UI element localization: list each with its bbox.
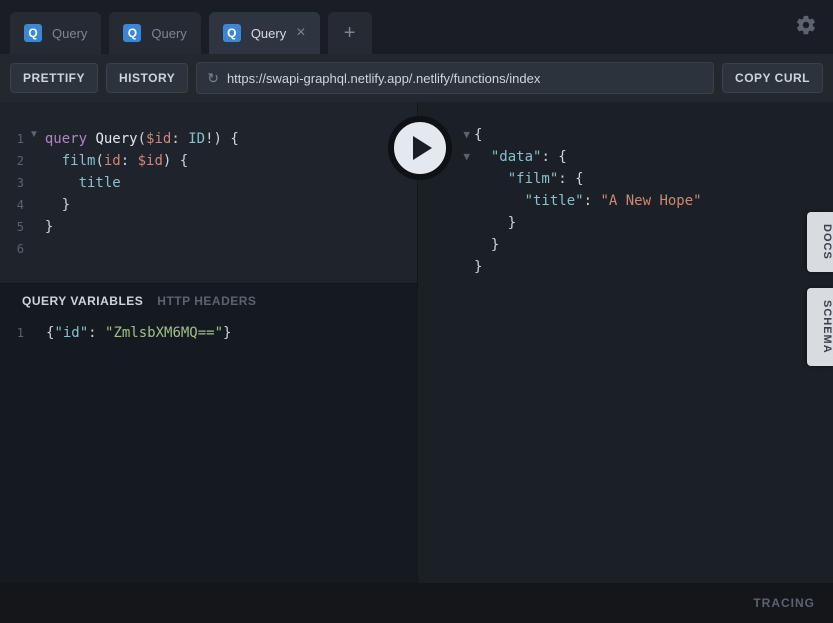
- tab-query-3[interactable]: Q Query ×: [209, 12, 320, 54]
- refresh-icon[interactable]: ↻: [207, 70, 219, 87]
- line-number: 6: [0, 238, 24, 260]
- variables-code[interactable]: {"id": "ZmlsbXM6MQ=="}: [46, 322, 409, 344]
- prettify-button[interactable]: PRETTIFY: [10, 63, 98, 93]
- line-number: 2: [0, 150, 24, 172]
- gear-icon[interactable]: [795, 14, 817, 39]
- tab-bar: Q Query Q Query Q Query × +: [0, 0, 833, 54]
- variables-editor[interactable]: 1 {"id": "ZmlsbXM6MQ=="}: [0, 318, 417, 583]
- tab-query-variables[interactable]: QUERY VARIABLES: [22, 294, 143, 308]
- url-bar: ↻: [196, 62, 714, 94]
- line-number: 4: [0, 194, 24, 216]
- tab-label: Query: [151, 26, 186, 41]
- tab-marker-icon: Q: [123, 24, 141, 42]
- plus-icon: +: [344, 22, 356, 45]
- tracing-panel-handle[interactable]: TRACING: [0, 583, 833, 623]
- editor-gutter: 1 2 3 4 5 6: [0, 128, 28, 283]
- tab-marker-icon: Q: [24, 24, 42, 42]
- result-code[interactable]: { "data": { "film": { "title": "A New Ho…: [474, 124, 825, 278]
- query-code[interactable]: query Query($id: ID!) { film(id: $id) { …: [28, 128, 409, 238]
- tab-marker-icon: Q: [223, 24, 241, 42]
- variables-panel: QUERY VARIABLES HTTP HEADERS 1 {"id": "Z…: [0, 283, 417, 583]
- main-area: 1 2 3 4 5 6 ▼ query Query($id: ID!) { fi…: [0, 102, 833, 583]
- editor-column: 1 2 3 4 5 6 ▼ query Query($id: ID!) { fi…: [0, 102, 418, 583]
- docs-panel-handle[interactable]: DOCS: [807, 212, 833, 272]
- line-number: 5: [0, 216, 24, 238]
- toolbar: PRETTIFY HISTORY ↻ COPY CURL: [0, 54, 833, 102]
- url-input[interactable]: [227, 71, 703, 86]
- execute-button[interactable]: [388, 116, 452, 180]
- tab-query-2[interactable]: Q Query: [109, 12, 200, 54]
- new-tab-button[interactable]: +: [328, 12, 372, 54]
- close-icon[interactable]: ×: [296, 25, 305, 41]
- variables-tabs: QUERY VARIABLES HTTP HEADERS: [0, 284, 417, 318]
- result-pane: ▼ ▼ { "data": { "film": { "title": "A Ne…: [418, 102, 833, 583]
- tab-http-headers[interactable]: HTTP HEADERS: [157, 294, 256, 308]
- line-number: 1: [0, 128, 24, 150]
- tab-label: Query: [251, 26, 286, 41]
- history-button[interactable]: HISTORY: [106, 63, 188, 93]
- variables-gutter: 1: [0, 322, 28, 583]
- line-number: 1: [0, 322, 24, 344]
- query-editor[interactable]: 1 2 3 4 5 6 ▼ query Query($id: ID!) { fi…: [0, 102, 417, 283]
- play-icon: [410, 134, 434, 162]
- line-number: 3: [0, 172, 24, 194]
- schema-panel-handle[interactable]: SCHEMA: [807, 288, 833, 366]
- tab-query-1[interactable]: Q Query: [10, 12, 101, 54]
- tab-label: Query: [52, 26, 87, 41]
- copy-curl-button[interactable]: COPY CURL: [722, 63, 823, 93]
